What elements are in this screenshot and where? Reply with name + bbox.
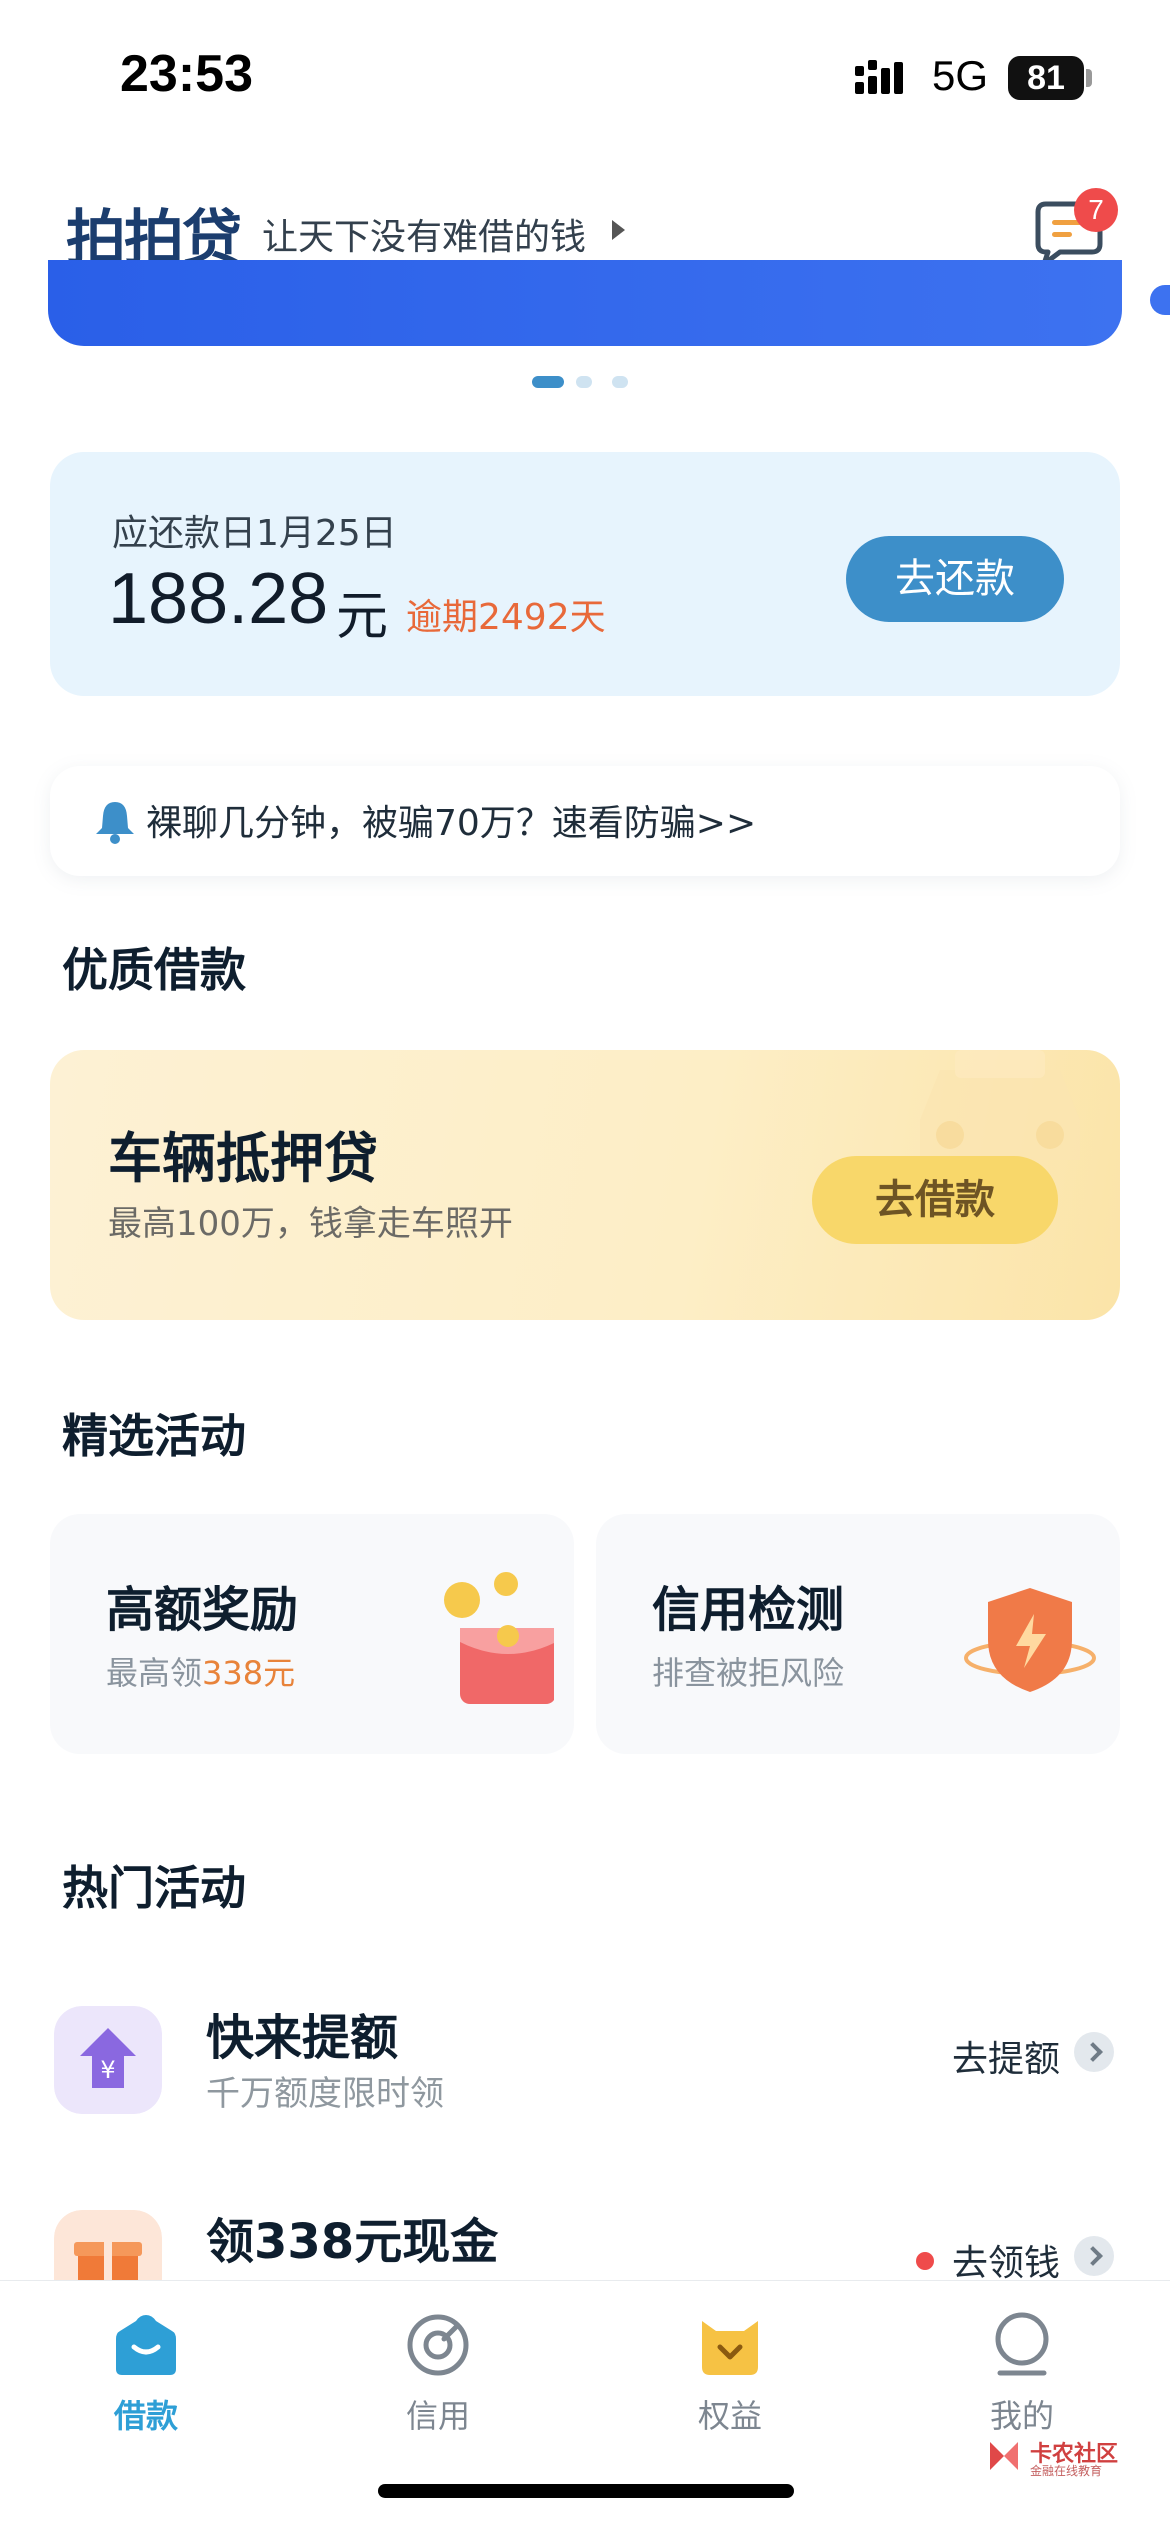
slogan-arrow-icon [612,220,625,240]
watermark-subtext: 金融在线教育 [1030,2464,1103,2478]
overdue-label: 逾期2492天 [406,597,606,638]
list-item[interactable]: 领338元现金 邀请好友注册下领 去领钱 [0,2192,1170,2280]
signal-icon [855,60,903,94]
repayment-amount: 188.28 [108,559,329,639]
notice-text: 裸聊几分钟，被骗70万？速看防骗>> [146,803,757,844]
chevron-right-icon[interactable] [1074,2032,1114,2072]
raise-limit-link[interactable]: 去提额 [952,2030,1060,2082]
tab-benefits[interactable]: 权益 [630,2311,830,2441]
app-slogan[interactable]: 让天下没有难借的钱 [262,208,586,260]
benefits-icon [702,2321,758,2375]
car-loan-title: 车辆抵押贷 [108,1127,378,1190]
battery-icon: 81 [1008,56,1084,100]
tab-label: 借款 [113,2397,178,2435]
profile-icon [995,2312,1049,2376]
tab-label: 权益 [697,2397,762,2435]
notification-dot [916,2252,934,2270]
promo-banner[interactable] [48,260,1122,346]
watermark-logo-icon [990,2442,1018,2470]
repay-button[interactable]: 去还款 [846,536,1064,622]
credit-check-title: 信用检测 [652,1582,845,1638]
anti-fraud-notice[interactable]: 裸聊几分钟，被骗70万？速看防骗>> [50,766,1120,876]
banner-dot-active [532,376,564,388]
repayment-due-date: 应还款日1月25日 [112,513,397,554]
battery-tip [1086,69,1092,87]
tab-profile[interactable]: 我的 [922,2311,1122,2441]
repayment-card[interactable]: 应还款日1月25日 188.28 元 逾期2492天 去还款 [50,452,1120,696]
repayment-unit: 元 [336,587,389,647]
borrow-button[interactable]: 去借款 [812,1156,1058,1244]
status-time: 23:53 [120,45,253,103]
tab-label: 信用 [405,2397,470,2435]
shield-icon [964,1588,1096,1692]
chevron-right-icon[interactable] [1074,2236,1114,2276]
svg-text:¥: ¥ [100,2056,115,2084]
watermark: 卡农社区 金融在线教育 [986,2436,1156,2480]
yuan-up-icon: ¥ [54,2006,162,2114]
section-title-quality-loan: 优质借款 [62,943,246,997]
credit-gauge-icon [407,2314,469,2376]
banner-dot [612,376,628,388]
hot-item-subtitle: 邀请好友注册下领 [206,2270,478,2280]
bell-icon [96,802,134,844]
loan-icon [116,2315,176,2375]
hot-item-title: 领338元现金 [206,2214,499,2270]
section-title-featured: 精选活动 [62,1409,246,1463]
tab-loan[interactable]: 借款 [46,2311,246,2441]
tab-label: 我的 [989,2397,1054,2435]
section-title-hot: 热门活动 [62,1861,246,1915]
credit-check-card[interactable]: 信用检测 排查被拒风险 [596,1514,1120,1754]
hot-item-title: 快来提额 [206,2010,399,2066]
tab-credit[interactable]: 信用 [338,2311,538,2441]
gift-icon [54,2210,162,2280]
car-loan-subtitle: 最高100万，钱拿走车照开 [108,1204,513,1244]
message-badge: 7 [1074,188,1118,232]
status-bar: 23:53 5G 81 [0,0,1170,150]
red-envelope-icon [444,1572,554,1704]
network-type: 5G [932,52,989,99]
reward-title: 高额奖励 [106,1582,299,1638]
credit-check-subtitle: 排查被拒风险 [652,1654,845,1692]
promo-banner-next[interactable] [1150,285,1170,315]
hot-item-subtitle: 千万额度限时领 [206,2074,444,2114]
list-item[interactable]: ¥ 快来提额 千万额度限时领 去提额 [0,1988,1170,2138]
home-indicator[interactable] [378,2484,794,2498]
reward-subtitle: 最高领338元 [106,1654,296,1692]
claim-cash-link[interactable]: 去领钱 [952,2234,1060,2280]
reward-card[interactable]: 高额奖励 最高领338元 [50,1514,574,1754]
banner-dot [576,376,592,388]
car-loan-card[interactable]: 车辆抵押贷 最高100万，钱拿走车照开 去借款 [50,1050,1120,1320]
